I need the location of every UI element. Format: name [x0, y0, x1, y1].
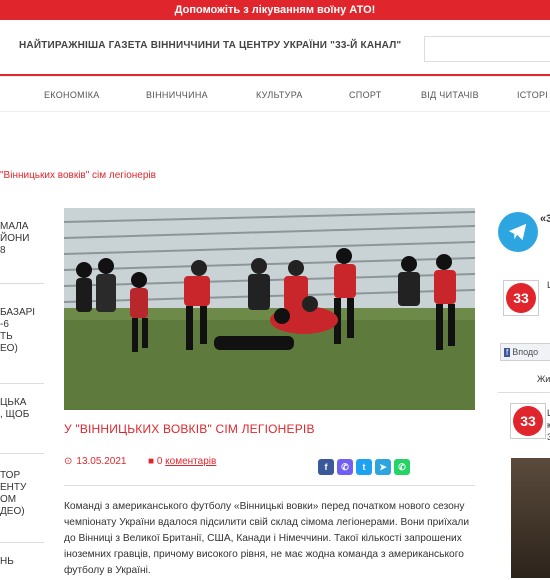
site-tagline: НАЙТИРАЖНІША ГАЗЕТА ВІННИЧЧИНИ ТА ЦЕНТРУ… — [19, 40, 402, 51]
banner-text[interactable]: Допоможіть з лікуванням воїну АТО! — [175, 4, 376, 16]
comment-icon: ■ — [148, 456, 155, 467]
article-title[interactable]: У "ВІННИЦЬКИХ ВОВКІВ" СІМ ЛЕГІОНЕРІВ — [64, 422, 315, 436]
share-buttons: f ✆ t ➤ ✆ — [318, 459, 410, 475]
telegram-channel-icon[interactable] — [498, 212, 538, 252]
facebook-icon: f — [504, 347, 511, 357]
article-meta: ⊙ 13.05.2021 ■ 0 коментарів — [64, 456, 216, 467]
sidebar-divider — [0, 383, 44, 384]
sidebar-divider — [0, 542, 44, 543]
article-body: Команді з американського футболу «Вінниц… — [64, 501, 470, 576]
nav-item-culture[interactable]: КУЛЬТУРА — [256, 90, 303, 100]
top-banner[interactable]: Допоможіть з лікуванням воїну АТО! — [0, 0, 550, 20]
sidebar-item[interactable]: БАЗАРІ -6 ТЬ ЕО) — [0, 307, 35, 355]
nav-item-history[interactable]: ІСТОРІ — [517, 90, 548, 100]
sidebar-item[interactable]: ЦЬКА , ЩОБ — [0, 397, 29, 421]
fb-tab-divider — [498, 392, 550, 393]
comments-count: 0 — [156, 456, 163, 467]
breadcrumb: "Вінницьких вовків" сім легіонерів — [0, 170, 156, 181]
fb-like-label: Вподо — [512, 347, 539, 357]
sidebar-divider — [0, 283, 44, 284]
nav-item-economy[interactable]: ЕКОНОМІКА — [44, 90, 100, 100]
search-input[interactable] — [424, 36, 550, 62]
main-nav: ЕКОНОМІКА ВІННИЧЧИНА КУЛЬТУРА СПОРТ ВІД … — [0, 76, 550, 112]
whatsapp-icon[interactable]: ✆ — [394, 459, 410, 475]
comments-link[interactable]: ■ 0 коментарів — [148, 456, 216, 467]
logo-33: 33 — [513, 406, 543, 436]
paper-plane-icon — [508, 223, 527, 241]
football-photo — [64, 208, 475, 410]
sidebar-item[interactable]: НЬ — [0, 556, 14, 568]
fb-tab-timeline[interactable]: Жи — [537, 374, 550, 384]
twitter-icon[interactable]: t — [356, 459, 372, 475]
channel-logo[interactable]: 33 — [503, 280, 539, 316]
telegram-channel-label[interactable]: «3 — [540, 213, 550, 225]
logo-33: 33 — [506, 283, 536, 313]
comments-label: коментарів — [165, 456, 217, 467]
sidebar-item[interactable]: ТОР ЕНТУ ОМ ДЕО) — [0, 470, 26, 518]
fb-post-photo[interactable] — [511, 458, 550, 578]
fb-like-button[interactable]: f Вподо — [500, 343, 550, 361]
nav-item-sport[interactable]: СПОРТ — [349, 90, 382, 100]
telegram-icon[interactable]: ➤ — [375, 459, 391, 475]
nav-item-vinnytsia-region[interactable]: ВІННИЧЧИНА — [146, 90, 208, 100]
article-date: 13.05.2021 — [76, 456, 127, 467]
facebook-icon[interactable]: f — [318, 459, 334, 475]
viber-icon[interactable]: ✆ — [337, 459, 353, 475]
article-image[interactable] — [64, 208, 475, 410]
sidebar-item[interactable]: МАЛА ЙОНИ 8 — [0, 221, 29, 257]
article-divider — [64, 485, 475, 486]
nav-item-from-readers[interactable]: ВІД ЧИТАЧІВ — [421, 90, 479, 100]
clock-icon: ⊙ — [64, 456, 73, 467]
fb-post-avatar[interactable]: 33 — [510, 403, 546, 439]
sidebar-divider — [0, 453, 44, 454]
